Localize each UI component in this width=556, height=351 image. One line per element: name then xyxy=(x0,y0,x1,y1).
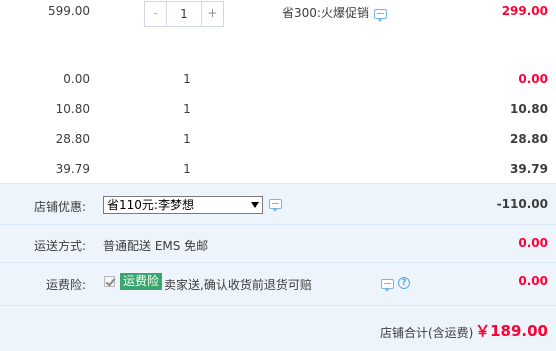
cart-item-row: 0.00 1 0.00 xyxy=(0,72,556,88)
store-total-label: 店铺合计(含运费) xyxy=(380,326,474,340)
item-subtotal: 10.80 xyxy=(510,102,548,116)
promo-label: 省300:火爆促销 xyxy=(282,6,369,20)
shipping-amount: 0.00 xyxy=(518,236,548,250)
divider xyxy=(0,224,556,225)
store-discount-label: 店铺优惠: xyxy=(33,200,86,214)
item-quantity: 1 xyxy=(183,162,191,176)
increase-quantity-button[interactable]: + xyxy=(201,2,223,26)
item-subtotal: 299.00 xyxy=(501,4,548,18)
shipping-insurance-tag: 运费险 xyxy=(120,273,163,290)
cart-item-row: 599.00 - 1 + 省300:火爆促销 299.00 xyxy=(0,1,556,30)
item-unit-price: 39.79 xyxy=(55,162,90,176)
promo-text: 省300:火爆促销 xyxy=(282,4,387,22)
item-quantity: 1 xyxy=(183,132,191,146)
cart-item-row: 39.79 1 39.79 xyxy=(0,162,556,178)
shipping-insurance-checkbox[interactable] xyxy=(104,276,115,287)
quantity-input[interactable]: 1 xyxy=(167,2,201,26)
item-quantity: 1 xyxy=(183,72,191,86)
chat-icon[interactable] xyxy=(269,199,282,212)
dropdown-arrow-icon[interactable] xyxy=(251,202,259,208)
insurance-amount: 0.00 xyxy=(518,274,548,288)
item-unit-price: 28.80 xyxy=(55,132,90,146)
shipping-insurance-label: 运费险: xyxy=(45,278,86,292)
quantity-stepper[interactable]: - 1 + xyxy=(144,1,224,27)
store-discount-amount: -110.00 xyxy=(496,197,548,211)
store-discount-selected: 省110元:李梦想 xyxy=(107,198,194,212)
item-unit-price: 10.80 xyxy=(55,102,90,116)
item-unit-price: 0.00 xyxy=(63,72,90,86)
divider xyxy=(0,262,556,263)
item-subtotal: 28.80 xyxy=(510,132,548,146)
divider xyxy=(0,305,556,306)
shipping-method-value: 普通配送 EMS 免邮 xyxy=(103,239,209,253)
store-discount-select[interactable]: 省110元:李梦想 xyxy=(103,196,263,214)
decrease-quantity-button[interactable]: - xyxy=(145,2,167,26)
item-subtotal: 39.79 xyxy=(510,162,548,176)
item-quantity: 1 xyxy=(183,102,191,116)
item-unit-price: 599.00 xyxy=(48,4,90,18)
help-icon[interactable]: ? xyxy=(398,277,410,289)
cart-item-row: 28.80 1 28.80 xyxy=(0,132,556,148)
divider xyxy=(0,183,556,184)
cart-item-row: 10.80 1 10.80 xyxy=(0,102,556,118)
store-total-value: ￥189.00 xyxy=(475,322,548,340)
chat-icon[interactable] xyxy=(381,279,394,292)
shipping-method-label: 运送方式: xyxy=(33,239,86,253)
shipping-insurance-desc: 卖家送,确认收货前退货可赔 xyxy=(164,278,312,292)
chat-icon[interactable] xyxy=(373,8,387,22)
item-subtotal: 0.00 xyxy=(518,72,548,86)
